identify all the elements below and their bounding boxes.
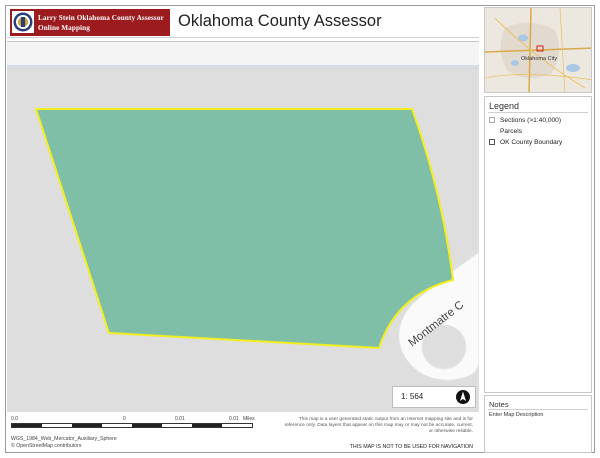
overview-city-label: Oklahoma City [521,56,557,62]
legend-swatch [489,139,495,145]
legend-item-sections: Sections (>1:40,000) [489,117,561,126]
header: Larry Stein Oklahoma County Assessor Onl… [7,7,479,38]
scale-tick: 0.0 [11,416,18,422]
main-map[interactable]: Montmatre C 1: 564 [7,41,479,412]
notes-description: Enter Map Description [489,412,544,418]
scale-tick: 0.01 [175,416,185,422]
logo-line-2: Online Mapping [38,24,90,32]
attribution: © OpenStreetMap contributors [11,443,82,449]
notes-title: Notes [489,400,509,409]
legend-panel: Legend Sections (>1:40,000) Parcels OK C… [484,96,592,393]
logo-line-1: Larry Stein Oklahoma County Assessor [38,14,164,22]
county-seal-icon [12,11,34,33]
legend-item-label: OK County Boundary [500,139,563,146]
scale-tick: 0.01 [229,416,239,422]
notes-panel: Notes Enter Map Description [484,395,592,453]
overview-map[interactable]: Oklahoma City [484,7,592,93]
map-scale-text: 1: 564 [401,392,424,401]
north-arrow-icon [456,390,470,404]
page-title: Oklahoma County Assessor [178,12,382,30]
scale-bar [11,423,253,428]
assessor-logo: Larry Stein Oklahoma County Assessor Onl… [10,9,170,36]
legend-item-label: Sections (>1:40,000) [500,117,562,124]
overview-canvas: Oklahoma City [485,8,591,92]
scale-units: Miles [243,416,255,422]
map-canvas[interactable]: Montmatre C [7,42,479,412]
notes-divider [488,409,588,410]
projection-label: WGS_1984_Web_Mercator_Auxiliary_Sphere [11,436,117,442]
legend-item-county-boundary: OK County Boundary [489,139,562,148]
legend-divider [488,112,588,113]
legend-swatch [489,117,495,123]
scale-tick: 0 [123,416,126,422]
legend-item-parcels: Parcels [489,128,522,137]
navigation-warning: THIS MAP IS NOT TO BE USED FOR NAVIGATIO… [349,444,473,450]
legend-title: Legend [489,101,520,111]
scalebar-footer: 0.0 0 0.01 0.01 Miles WGS_1984_Web_Merca… [7,412,479,453]
map-scale-box: 1: 564 [392,386,476,408]
legend-swatch [489,128,495,134]
legend-item-label: Parcels [500,128,522,135]
disclaimer-text: This map is a user generated static outp… [284,417,473,434]
